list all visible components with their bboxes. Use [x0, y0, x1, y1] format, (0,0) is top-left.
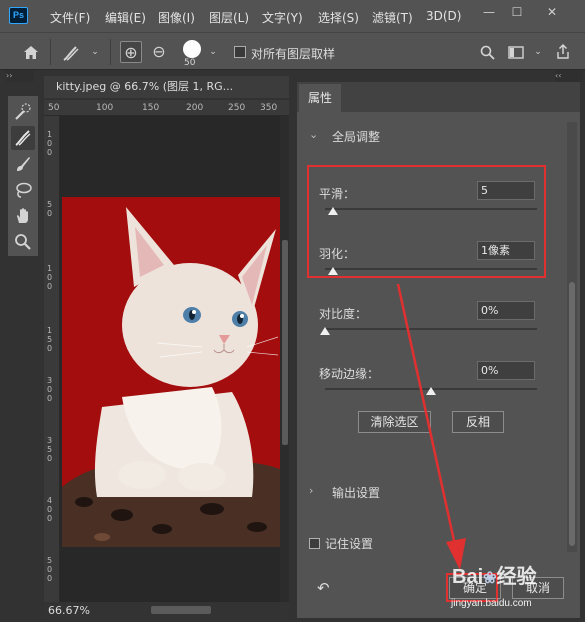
- panel-collapse-icon[interactable]: ‹‹: [555, 70, 583, 82]
- close-icon[interactable]: ✕: [541, 4, 563, 20]
- share-icon[interactable]: [552, 41, 574, 63]
- baidu-jingyan-watermark: Bai❀经验: [452, 560, 537, 589]
- horizontal-ruler: 50 100 150 200 250 350: [44, 100, 289, 116]
- ruler-tick: 150: [142, 103, 160, 113]
- properties-tab-bar: 属性: [297, 82, 580, 112]
- ruler-tick: 350: [260, 103, 278, 113]
- tab-properties[interactable]: 属性: [299, 84, 341, 112]
- refine-brush-tool-icon[interactable]: [60, 41, 82, 63]
- output-settings-heading[interactable]: 输出设置: [332, 484, 380, 501]
- minimize-icon[interactable]: —: [478, 4, 500, 20]
- contrast-label: 对比度：: [319, 307, 368, 321]
- document-tab[interactable]: kitty.jpeg @ 66.7% (图层 1, RG...: [44, 76, 289, 98]
- chevron-right-icon[interactable]: ›: [309, 484, 313, 497]
- menu-image[interactable]: 图像(I): [158, 9, 195, 26]
- menu-layer[interactable]: 图层(L): [209, 9, 249, 26]
- add-to-selection-icon[interactable]: ⊕: [120, 41, 142, 63]
- ruler-tick: 250: [228, 103, 246, 113]
- menu-3d[interactable]: 3D(D): [426, 9, 461, 23]
- annotation-arrow: [396, 283, 466, 570]
- options-bar: ⌄ ⊕ ⊖ 50 ⌄ 对所有图层取样 ⌄: [0, 32, 585, 70]
- maximize-icon[interactable]: ☐: [506, 4, 528, 20]
- shift-edge-input[interactable]: 0%: [477, 361, 535, 380]
- photoshop-logo: Ps: [9, 7, 28, 24]
- workspace-icon[interactable]: [505, 41, 527, 63]
- brush-size-value: 50: [184, 58, 196, 68]
- quick-selection-tool-icon[interactable]: [11, 100, 35, 124]
- chevron-down-icon[interactable]: ⌄: [309, 128, 318, 141]
- watermark-brand: Bai: [452, 566, 484, 588]
- menu-edit[interactable]: 编辑(E): [105, 9, 146, 26]
- workspace-chevron-icon[interactable]: ⌄: [527, 41, 549, 63]
- lasso-tool-icon[interactable]: [11, 178, 35, 202]
- shift-edge-label: 移动边缘：: [319, 367, 380, 381]
- menu-file[interactable]: 文件(F): [50, 9, 90, 26]
- subtract-from-selection-icon[interactable]: ⊖: [148, 41, 170, 63]
- zoom-tool-icon[interactable]: [11, 230, 35, 254]
- brush-preview-icon[interactable]: [183, 40, 201, 58]
- menu-type[interactable]: 文字(Y): [262, 9, 303, 26]
- hand-tool-icon[interactable]: [11, 204, 35, 228]
- watermark-brand-2: 经验: [496, 566, 537, 588]
- zoom-level[interactable]: 66.67%: [48, 604, 90, 617]
- menu-bar: Ps 文件(F) 编辑(E) 图像(I) 图层(L) 文字(Y) 选择(S) 滤…: [0, 0, 585, 32]
- status-bar: 66.67%: [44, 602, 289, 620]
- contrast-input[interactable]: 0%: [477, 301, 535, 320]
- paw-icon: ❀: [483, 570, 497, 587]
- global-adjustments-heading[interactable]: 全局调整: [332, 128, 380, 145]
- ruler-tick: 50: [48, 103, 60, 113]
- watermark-url: jingyan.baidu.com: [451, 598, 532, 609]
- search-icon[interactable]: [476, 41, 498, 63]
- panel-scroll-thumb[interactable]: [569, 282, 575, 546]
- remember-settings-checkbox[interactable]: [309, 538, 320, 549]
- menu-select[interactable]: 选择(S): [318, 9, 359, 26]
- brush-options-chevron-icon[interactable]: ⌄: [202, 41, 224, 63]
- brush-tool-icon[interactable]: [11, 152, 35, 176]
- canvas-vertical-scroll-thumb[interactable]: [282, 240, 288, 445]
- kitten-photo[interactable]: [62, 197, 280, 547]
- contrast-slider-thumb[interactable]: [320, 327, 330, 335]
- ruler-tick: 100: [96, 103, 114, 113]
- canvas-horizontal-scroll-thumb[interactable]: [151, 606, 211, 614]
- vertical-ruler: 100 50 100 150 300 350 400 500: [44, 116, 60, 602]
- remember-settings-label: 记住设置: [325, 537, 374, 551]
- refine-edge-brush-tool-icon[interactable]: [11, 126, 35, 150]
- tools-panel: [8, 96, 38, 256]
- sample-all-layers-label: 对所有图层取样: [251, 47, 336, 61]
- menu-filter[interactable]: 滤镜(T): [372, 9, 413, 26]
- reset-icon[interactable]: ↶: [317, 579, 330, 597]
- ruler-tick: 200: [186, 103, 204, 113]
- sample-all-layers-checkbox[interactable]: [234, 46, 246, 58]
- toolbar-collapse-icon[interactable]: ››: [6, 70, 34, 82]
- highlight-box-smooth-feather: [307, 165, 546, 278]
- home-icon[interactable]: [20, 41, 42, 63]
- tool-preset-chevron-icon[interactable]: ⌄: [84, 41, 106, 63]
